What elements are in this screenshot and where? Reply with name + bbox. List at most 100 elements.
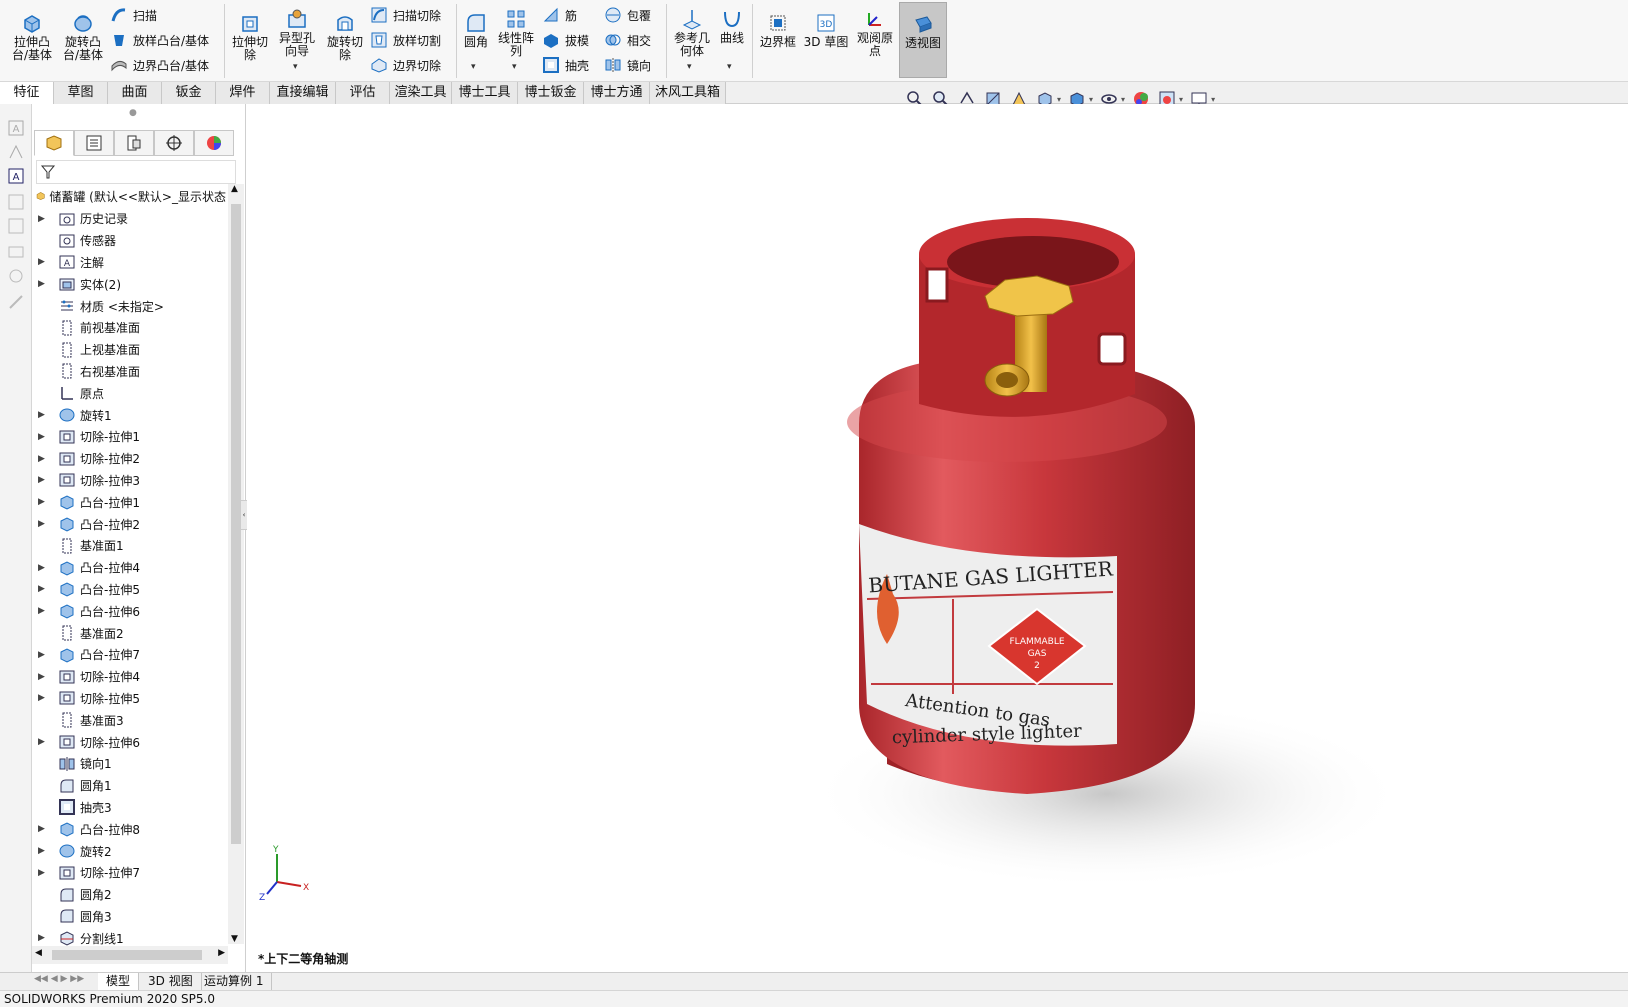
tree-item[interactable]: ▶ 切除-拉伸4: [32, 666, 228, 688]
curves-button[interactable]: 曲线: [716, 8, 748, 45]
ref-geometry-dropdown-icon[interactable]: ▾: [687, 62, 692, 72]
expand-arrow-icon[interactable]: ▶: [38, 257, 48, 267]
smart-dimension-icon[interactable]: A: [6, 118, 26, 138]
tab-6[interactable]: 评估: [336, 82, 390, 104]
apply-scene-dropdown-icon[interactable]: ▾: [1179, 95, 1183, 104]
expand-arrow-icon[interactable]: ▶: [38, 214, 48, 224]
tree-item[interactable]: ▶ A 注解: [32, 252, 228, 274]
shell-button[interactable]: 抽壳: [542, 54, 589, 76]
expand-arrow-icon[interactable]: ▶: [38, 933, 48, 943]
datum-icon[interactable]: [6, 242, 26, 262]
scroll-up-icon[interactable]: ▲: [231, 184, 238, 194]
tree-item[interactable]: ▶ 旋转2: [32, 840, 228, 862]
boundary-cut-button[interactable]: 边界切除: [370, 54, 441, 76]
tab-11[interactable]: 沐风工具箱: [650, 82, 726, 104]
tree-item[interactable]: 圆角1: [32, 775, 228, 797]
bottom-tab-2[interactable]: 运动算例 1: [196, 973, 273, 990]
tree-item[interactable]: 基准面2: [32, 622, 228, 644]
draft-button[interactable]: 拔模: [542, 29, 589, 51]
bounding-box-button[interactable]: 边界框: [756, 12, 800, 49]
expand-arrow-icon[interactable]: ▶: [38, 563, 48, 573]
view-settings-dropdown-icon[interactable]: ▾: [1211, 95, 1215, 104]
tab-feature-tree[interactable]: [34, 130, 74, 156]
fillet-dropdown-icon[interactable]: ▾: [471, 62, 476, 72]
tree-filter-box[interactable]: [36, 160, 236, 184]
expand-arrow-icon[interactable]: ▶: [38, 824, 48, 834]
sweep-cut-button[interactable]: 扫描切除: [370, 4, 441, 26]
expand-arrow-icon[interactable]: ▶: [38, 584, 48, 594]
tree-item[interactable]: 右视基准面: [32, 361, 228, 383]
bottom-tab-1[interactable]: 3D 视图: [140, 973, 202, 990]
tree-item[interactable]: 圆角3: [32, 906, 228, 928]
tree-item[interactable]: 材质 <未指定>: [32, 295, 228, 317]
expand-arrow-icon[interactable]: ▶: [38, 606, 48, 616]
tree-item[interactable]: ▶ 凸台-拉伸4: [32, 557, 228, 579]
tree-vertical-scrollbar[interactable]: ▲ ▼: [228, 184, 244, 944]
graphics-viewport[interactable]: BUTANE GAS LIGHTER FLAMMABLE GAS 2 Atten…: [247, 104, 1628, 972]
hole-wizard-dropdown-icon[interactable]: ▾: [293, 62, 298, 72]
expand-arrow-icon[interactable]: ▶: [38, 475, 48, 485]
tab-8[interactable]: 博士工具: [452, 82, 518, 104]
weld-symbol-icon[interactable]: [6, 292, 26, 312]
display-style-dropdown-icon[interactable]: ▾: [1089, 95, 1093, 104]
tree-item[interactable]: ▶ 凸台-拉伸7: [32, 644, 228, 666]
bottom-tab-0[interactable]: 模型: [98, 973, 140, 990]
expand-arrow-icon[interactable]: ▶: [38, 868, 48, 878]
hide-show-dropdown-icon[interactable]: ▾: [1121, 95, 1125, 104]
rib-button[interactable]: 筋: [542, 4, 577, 26]
loft-boss-button[interactable]: 放样凸台/基体: [110, 29, 209, 51]
annotation-text-icon[interactable]: A: [6, 166, 26, 186]
tree-hscroll-thumb[interactable]: [52, 950, 202, 960]
mirror-button[interactable]: 镜向: [604, 54, 651, 76]
tree-item[interactable]: 上视基准面: [32, 339, 228, 361]
hole-wizard-button[interactable]: 异型孔 向导: [274, 8, 320, 58]
tree-item[interactable]: 圆角2: [32, 884, 228, 906]
geometric-tolerance-icon[interactable]: [6, 266, 26, 286]
revolve-boss-button[interactable]: 旋转凸 台/基体: [58, 12, 108, 62]
expand-arrow-icon[interactable]: ▶: [38, 454, 48, 464]
tree-root-part[interactable]: 储蓄罐 (默认<<默认>_显示状态: [36, 186, 226, 206]
scroll-left-icon[interactable]: ◀: [35, 948, 42, 958]
tree-item[interactable]: 基准面3: [32, 709, 228, 731]
tree-item[interactable]: 镜向1: [32, 753, 228, 775]
tab-0[interactable]: 特征: [0, 82, 54, 104]
curves-dropdown-icon[interactable]: ▾: [727, 62, 732, 72]
extrude-cut-button[interactable]: 拉伸切 除: [228, 12, 272, 62]
tab-2[interactable]: 曲面: [108, 82, 162, 104]
sketch-3d-button[interactable]: 3D 3D 草图: [803, 12, 849, 49]
expand-arrow-icon[interactable]: ▶: [38, 737, 48, 747]
expand-arrow-icon[interactable]: ▶: [38, 650, 48, 660]
tree-item[interactable]: 抽壳3: [32, 797, 228, 819]
tab-scroll-arrows-icon[interactable]: ◀◀ ◀ ▶ ▶▶: [34, 974, 84, 984]
sweep-button[interactable]: 扫描: [110, 4, 157, 26]
tree-item[interactable]: ▶ 凸台-拉伸5: [32, 579, 228, 601]
tree-item[interactable]: ▶ 切除-拉伸3: [32, 470, 228, 492]
expand-arrow-icon[interactable]: ▶: [38, 497, 48, 507]
ref-geometry-button[interactable]: 参考几 何体: [670, 8, 714, 58]
tree-item[interactable]: ▶ 凸台-拉伸1: [32, 491, 228, 513]
panel-grip-icon[interactable]: ●: [129, 108, 137, 118]
surface-finish-icon[interactable]: [6, 216, 26, 236]
perspective-button[interactable]: 透视图: [899, 2, 947, 78]
scroll-right-icon[interactable]: ▶: [218, 948, 225, 958]
scroll-down-icon[interactable]: ▼: [231, 934, 238, 944]
expand-arrow-icon[interactable]: ▶: [38, 432, 48, 442]
wrap-button[interactable]: 包覆: [604, 4, 651, 26]
tab-property-manager[interactable]: [74, 130, 114, 156]
tab-7[interactable]: 渲染工具: [390, 82, 452, 104]
linear-pattern-button[interactable]: 线性阵 列: [494, 8, 538, 58]
expand-arrow-icon[interactable]: ▶: [38, 410, 48, 420]
tab-9[interactable]: 博士钣金: [518, 82, 584, 104]
tree-item[interactable]: 基准面1: [32, 535, 228, 557]
tree-item[interactable]: ▶ 凸台-拉伸6: [32, 600, 228, 622]
tree-item[interactable]: ▶ 历史记录: [32, 208, 228, 230]
tree-item[interactable]: ▶ 切除-拉伸2: [32, 448, 228, 470]
note-icon[interactable]: [6, 142, 26, 162]
linear-pattern-dropdown-icon[interactable]: ▾: [512, 62, 517, 72]
extrude-boss-button[interactable]: 拉伸凸 台/基体: [8, 12, 56, 62]
view-orientation-dropdown-icon[interactable]: ▾: [1057, 95, 1061, 104]
tree-item[interactable]: ▶ 旋转1: [32, 404, 228, 426]
boundary-boss-button[interactable]: 边界凸台/基体: [110, 54, 209, 76]
tab-1[interactable]: 草图: [54, 82, 108, 104]
tree-item[interactable]: ▶ 凸台-拉伸8: [32, 818, 228, 840]
